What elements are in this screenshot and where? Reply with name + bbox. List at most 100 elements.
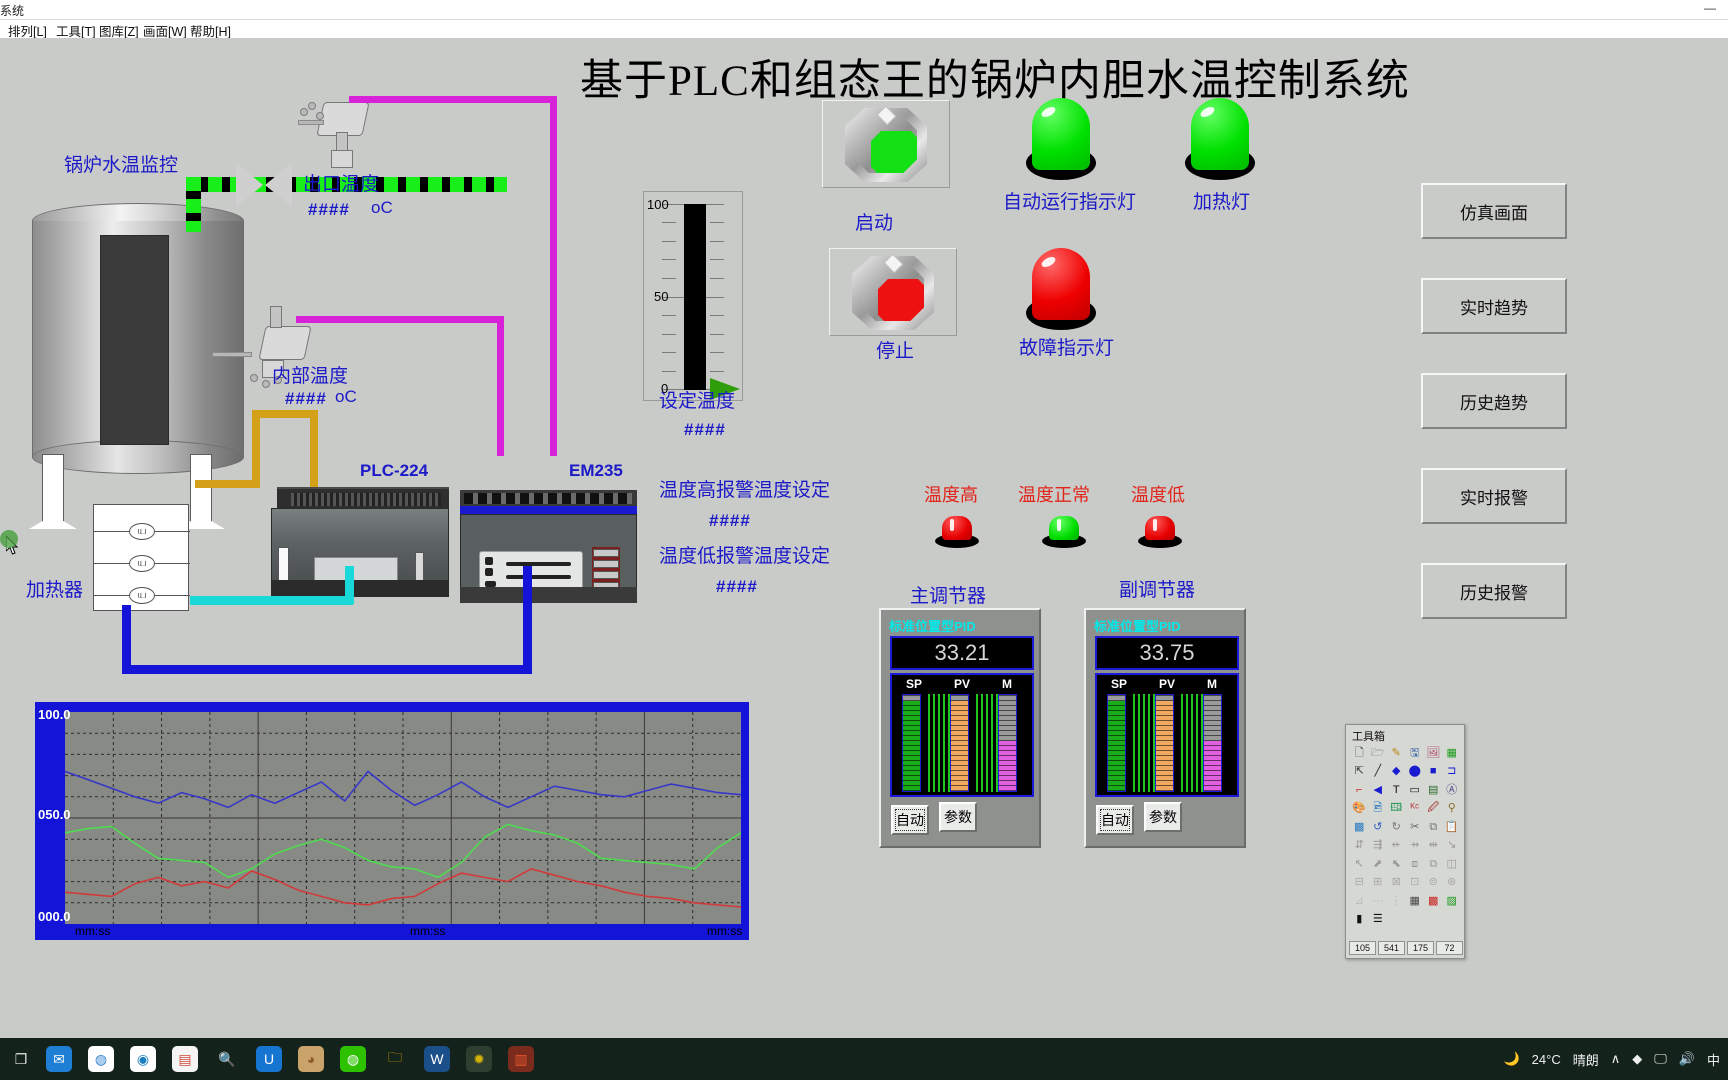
pick-icon[interactable]: 🖉 [1424,800,1443,819]
align-left-icon[interactable]: ⇵ [1350,837,1369,856]
abc-icon[interactable]: ᴷᶜ [1406,800,1425,819]
system-tray[interactable]: 🌙 24°C 晴朗 ∧ ◆ 🖵 🔊 中 [1503,1038,1720,1080]
boiler-foot-left [29,515,77,529]
toolbox-icon-grid[interactable]: 🗋 🗁 ✎ 🖫 🖼 ▦ ⇱ ╱ ◆ ⬤ ■ ⊐ ⌐ ◀ T ▭ ▤ Ⓐ 🎨 🖻 🖽 ᴷᶜ 🖉 ⚲ ▩ ↺ ↻ ✂ ⧉ 📋 ⇵ ⇶ ⇷ ⇸ ⇹ ↘ ↖ ⬈ ⬉… [1350,744,1462,930]
nav-realtime-alarm-button[interactable]: 实时报警 [1421,468,1567,524]
send-back-icon[interactable]: ⧈ [1406,855,1425,874]
ime-icon[interactable]: 中 [1707,1050,1720,1069]
table-icon[interactable]: ▦ [1443,744,1462,763]
ungroup-icon[interactable]: ⬈ [1369,855,1388,874]
copy-icon[interactable]: ⧉ [1424,818,1443,837]
nav-history-alarm-button[interactable]: 历史报警 [1421,563,1567,619]
pencil-icon[interactable]: ✎ [1387,744,1406,763]
text-icon[interactable]: T [1387,781,1406,800]
start-button[interactable] [822,100,950,188]
flip-v-icon[interactable]: ◫ [1443,855,1462,874]
tray-expand-icon[interactable]: ∧ [1611,1051,1621,1067]
line-icon[interactable]: ╱ [1369,763,1388,782]
cut-icon[interactable]: ✂ [1406,818,1425,837]
ellipse-icon[interactable]: ⬤ [1406,763,1425,782]
image-frame-icon[interactable]: 🖽 [1387,800,1406,819]
weather-icon: 🌙 [1503,1051,1520,1066]
photo-icon[interactable]: ◕ [298,1046,324,1072]
palette-icon[interactable]: ▩ [1424,892,1443,911]
sub-pid-auto-button[interactable]: 自动 [1096,805,1134,835]
polyline-icon[interactable]: ⌐ [1350,781,1369,800]
network-icon[interactable]: 🖵 [1654,1051,1667,1067]
search-icon[interactable]: 🔍 [214,1046,240,1072]
edge-icon[interactable]: ◉ [130,1046,156,1072]
explorer-icon[interactable]: 🗀 [382,1046,408,1072]
image-insert-icon[interactable]: 🖻 [1369,800,1388,819]
color-palette-icon[interactable]: ▩ [1350,818,1369,837]
grid-icon[interactable]: ▦ [1406,892,1425,911]
align-top-icon[interactable]: ⇸ [1406,837,1425,856]
dist-v-icon[interactable]: ⊞ [1369,874,1388,893]
app-blue-icon[interactable]: U [256,1046,282,1072]
picture-icon[interactable]: 🖼 [1424,744,1443,763]
align-center-icon[interactable]: ⇶ [1369,837,1388,856]
undo-icon[interactable]: ↺ [1369,818,1388,837]
window-controls[interactable]: — [1704,1,1722,15]
save-icon[interactable]: 🖫 [1406,744,1425,763]
wire-magenta-top-v [550,96,557,456]
space-v-icon[interactable]: ⊡ [1406,874,1425,893]
rectangle-icon[interactable]: ■ [1424,763,1443,782]
dotted-line-icon[interactable]: ⋯ [1369,892,1388,911]
sub-pid-param-button[interactable]: 参数 [1144,802,1182,832]
paint-icon[interactable]: 🎨 [1350,800,1369,819]
stop-button[interactable] [829,248,957,336]
realtime-trend-chart[interactable]: 100.0 050.0 000.0 mm:ss mm:ss mm:ss [35,702,749,940]
align-bottom-icon[interactable]: ↘ [1443,837,1462,856]
kingview-icon[interactable]: ✹ [466,1046,492,1072]
rotate-right-icon[interactable]: ⊛ [1443,874,1462,893]
space-h-icon[interactable]: ⊠ [1387,874,1406,893]
flip-h-icon[interactable]: ⧉ [1424,855,1443,874]
dist-h-icon[interactable]: ⊟ [1350,874,1369,893]
nav-simulation-button[interactable]: 仿真画面 [1421,183,1567,239]
new-file-icon[interactable]: 🗋 [1350,744,1369,763]
task-view-icon[interactable]: ❐ [8,1046,34,1072]
main-pid-param-button[interactable]: 参数 [939,802,977,832]
pointer-icon[interactable]: ⇱ [1350,763,1369,782]
group-icon[interactable]: ↖ [1350,855,1369,874]
fill-pattern-icon[interactable]: ▨ [1443,892,1462,911]
toolbox-panel[interactable]: 工具箱 🗋 🗁 ✎ 🖫 🖼 ▦ ⇱ ╱ ◆ ⬤ ■ ⊐ ⌐ ◀ T ▭ ▤ Ⓐ 🎨 🖻 🖽 ᴷᶜ 🖉 ⚲ ▩ ↺ ↻ ✂ ⧉ 📋 ⇵ ⇶ ⇷ ⇸ ⇹… [1345,724,1465,959]
polygon-icon[interactable]: ◆ [1387,763,1406,782]
nav-history-trend-button[interactable]: 历史趋势 [1421,373,1567,429]
align-mid-icon[interactable]: ⇹ [1424,837,1443,856]
link-icon[interactable]: ⚲ [1443,800,1462,819]
line-style-icon[interactable]: ▮ [1350,911,1369,930]
wechat-icon[interactable]: ◍ [340,1046,366,1072]
inner-temperature-sensor [212,288,320,388]
wire-magenta-mid-v [497,316,504,456]
layer-icon[interactable]: ⊿ [1350,892,1369,911]
sub-pid-title: 标准位置型PID [1094,619,1181,634]
line-weight-icon[interactable]: ☰ [1369,911,1388,930]
store-icon[interactable]: ▤ [172,1046,198,1072]
low-alarm-value[interactable]: #### [716,577,758,597]
nav-realtime-trend-button[interactable]: 实时趋势 [1421,278,1567,334]
wire-blue-left-v [122,605,131,673]
arc-icon[interactable]: ◀ [1369,781,1388,800]
round-rect-icon[interactable]: ▭ [1406,781,1425,800]
high-alarm-value[interactable]: #### [709,511,751,531]
app-red-icon[interactable]: ▥ [508,1046,534,1072]
dot-line-icon[interactable]: ⋮ [1387,892,1406,911]
mail-icon[interactable]: ✉ [46,1046,72,1072]
align-right-icon[interactable]: ⇷ [1387,837,1406,856]
rotate-left-icon[interactable]: ⊜ [1424,874,1443,893]
tray-app-icon[interactable]: ◆ [1632,1051,1642,1067]
paste-special-icon[interactable]: ▤ [1424,781,1443,800]
bring-front-icon[interactable]: ⬉ [1387,855,1406,874]
set-temperature-gauge[interactable]: 100 50 0 [643,191,743,401]
browser-icon[interactable]: ◍ [88,1046,114,1072]
word-icon[interactable]: W [424,1046,450,1072]
paste-icon[interactable]: 📋 [1443,818,1462,837]
rounded-rect-icon[interactable]: ⊐ [1443,763,1462,782]
main-pid-auto-button[interactable]: 自动 [891,805,929,835]
open-file-icon[interactable]: 🗁 [1369,744,1388,763]
volume-icon[interactable]: 🔊 [1679,1051,1695,1067]
arrow-icon[interactable]: Ⓐ [1443,781,1462,800]
redo-icon[interactable]: ↻ [1387,818,1406,837]
